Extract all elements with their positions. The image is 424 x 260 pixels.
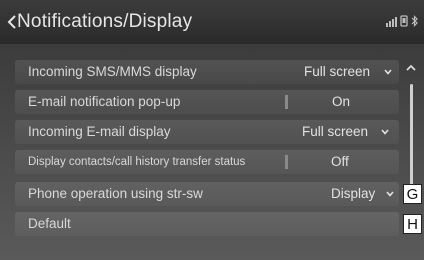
status-icons [386,15,418,27]
setting-label: Incoming SMS/MMS display [28,64,197,79]
setting-row-incoming-sms-display[interactable]: Incoming SMS/MMS display Full screen [15,60,399,84]
toggle-indicator [285,95,288,109]
setting-value: Full screen [302,124,369,139]
setting-row-phone-operation[interactable]: Phone operation using str-sw Display [15,182,399,206]
chevron-down-icon [386,191,394,197]
setting-label: Default [28,216,71,231]
setting-label: E-mail notification pop-up [28,94,181,109]
setting-row-incoming-email-display[interactable]: Incoming E-mail display Full screen [15,120,399,144]
setting-label: Phone operation using str-sw [28,186,203,201]
signal-icon [386,17,397,27]
setting-row-email-popup[interactable]: E-mail notification pop-up On [15,90,399,114]
chevron-up-icon[interactable] [405,63,417,73]
callout-g: G [403,184,422,204]
setting-label: Display contacts/call history transfer s… [28,156,246,168]
setting-value: Full screen [304,64,371,79]
setting-value: Off [331,154,349,169]
setting-row-default[interactable]: Default [15,212,399,236]
phone-icon [400,15,408,27]
setting-row-transfer-status[interactable]: Display contacts/call history transfer s… [15,150,399,174]
settings-screen: Notifications/Display Incoming SMS/MMS d… [0,0,424,260]
callout-h: H [403,214,422,234]
toggle-indicator [285,155,288,169]
setting-value: On [332,94,351,109]
chevron-down-icon [381,129,389,135]
setting-label: Incoming E-mail display [28,124,171,139]
setting-value: Display [331,186,376,201]
header-bar: Notifications/Display [0,0,424,44]
page-title: Notifications/Display [17,11,193,32]
chevron-down-icon [384,69,392,75]
bluetooth-icon [411,15,418,27]
